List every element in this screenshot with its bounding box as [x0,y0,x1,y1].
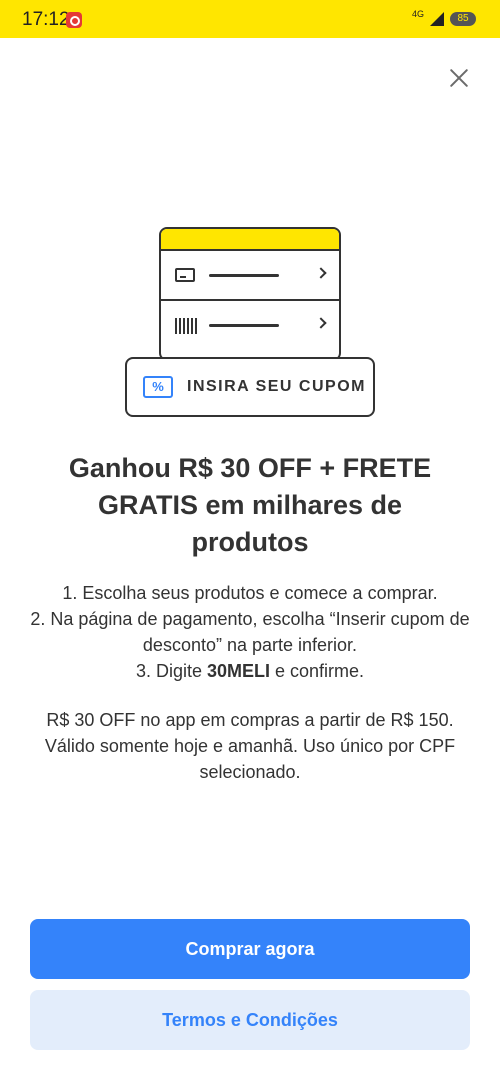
network-type: 4G [411,9,424,19]
step-3-suffix: e confirme. [270,661,365,681]
coupon-label: INSIRA SEU CUPOM [187,378,366,395]
payment-row-barcode [161,301,339,351]
step-1: 1. Escolha seus produtos e comece a comp… [62,583,438,603]
status-indicators: 4G 85 [412,9,476,29]
instructions: 1. Escolha seus produtos e comece a comp… [22,580,478,684]
promo-conditions: R$ 30 OFF no app em compras a partir de … [44,710,456,782]
credit-card-icon [175,268,195,282]
payment-row-card [161,251,339,301]
placeholder-line [209,324,279,327]
signal-icon [430,12,444,26]
coupon-code: 30MELI [206,661,271,681]
buy-now-button[interactable]: Comprar agora [30,919,470,979]
checkout-card-illustration [159,227,341,361]
terms-button[interactable]: Termos e Condições [30,990,470,1050]
placeholder-line [209,274,279,277]
step-2: 2. Na página de pagamento, escolha “Inse… [30,609,470,655]
status-time: 17:12 [22,9,70,30]
coupon-illustration: % INSIRA SEU CUPOM [125,227,375,417]
battery-icon: 85 [450,12,476,26]
card-header-stripe [161,229,339,251]
notification-app-icon [66,12,82,28]
chevron-right-icon [315,317,327,329]
coupon-icon: % [143,376,173,398]
promo-headline: Ganhou R$ 30 OFF + FRETE GRATIS em milha… [68,453,432,557]
status-bar: 17:12 4G 85 [0,0,500,38]
barcode-icon [175,318,197,334]
chevron-right-icon [315,267,327,279]
coupon-input-illustration: % INSIRA SEU CUPOM [125,357,375,417]
close-icon[interactable] [444,63,474,93]
step-3-prefix: 3. Digite [135,661,207,681]
step-3: 3. Digite 30MELI e confirme. [22,658,478,684]
